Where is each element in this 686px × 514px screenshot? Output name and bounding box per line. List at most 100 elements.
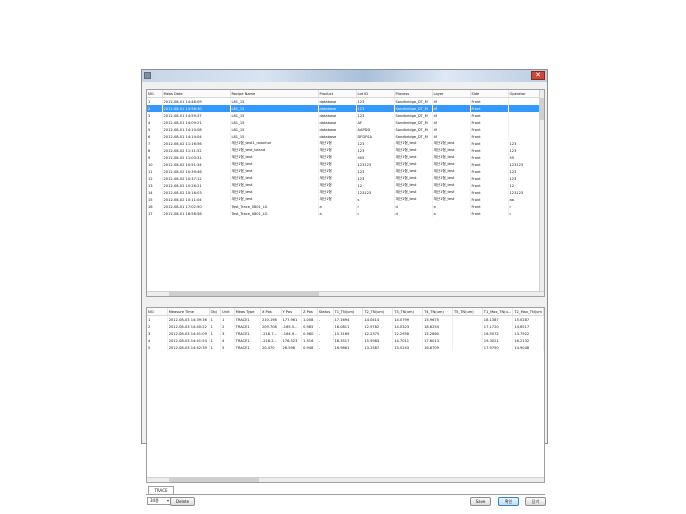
bot-column-header[interactable]: X Pos <box>260 308 282 316</box>
tab-trace[interactable]: TRACE <box>148 486 174 494</box>
bot-column-header[interactable]: T1_Max_TN(u... <box>482 308 514 316</box>
table-cell: Sandbridge_DT_M <box>394 97 433 105</box>
vertical-scroll-thumb[interactable] <box>540 98 544 120</box>
table-cell: 계산1형_test <box>230 154 319 161</box>
table-row[interactable]: 17 2012-08-01 16:58:56 Test_Trace_0801_LG a… <box>147 210 541 217</box>
table-row[interactable]: 4 2012-08-03 14:41:54 1 4 TRACE1 -218.2... 178… <box>147 337 544 344</box>
table-cell: 1 <box>209 323 222 330</box>
table-cell: 13.2587 <box>362 344 394 351</box>
bot-column-header[interactable]: T2_TN(um) <box>362 308 394 316</box>
table-cell: 0.948 <box>301 344 318 351</box>
bot-column-header[interactable]: T2_Max_TN(um <box>512 308 544 316</box>
table-cell: 15.5983 <box>362 337 394 344</box>
table-cell <box>452 337 483 344</box>
title-bar[interactable]: ✕ <box>142 70 547 82</box>
table-row[interactable]: 1 2012-08-03 14:39:36 1 1 TRACE1 210.198 177.9… <box>147 315 544 323</box>
table-cell: Front <box>470 147 509 154</box>
table-row[interactable]: 1 2012-08-01 14:48:09 L81_15 database 123 San… <box>147 97 541 105</box>
top-column-header[interactable]: Side <box>470 90 509 98</box>
bot-column-header[interactable]: Unit <box>220 308 235 316</box>
table-cell: 2012-08-01 16:58:56 <box>162 210 231 217</box>
ok-button[interactable]: 확인 <box>498 497 519 506</box>
table-cell: 계산1형_test <box>230 161 319 168</box>
bot-column-header[interactable]: NO. <box>147 308 168 316</box>
top-column-header[interactable]: NO. <box>147 90 163 98</box>
top-column-header[interactable]: Process <box>394 90 433 98</box>
table-cell: 계산1형 <box>318 182 357 189</box>
table-cell: r <box>356 210 395 217</box>
table-row[interactable]: 3 2012-08-01 14:59:37 L81_15 database 123 San… <box>147 112 541 119</box>
table-cell: 12.2958 <box>392 330 424 337</box>
table-cell: 2012-08-02 10:39:46 <box>162 168 231 175</box>
bot-column-header[interactable]: T3_TN(um) <box>392 308 424 316</box>
table-cell: TRACE1 <box>234 337 261 344</box>
table-cell: 123 <box>356 105 395 112</box>
bot-column-header[interactable]: Obj <box>209 308 222 316</box>
table-row[interactable]: 2 2012-08-01 14:56:30 L81_15 database 123 San… <box>147 105 541 112</box>
table-row[interactable]: 5 2012-08-03 14:42:39 1 5 TRACE1 20.470 26.598… <box>147 344 544 351</box>
table-cell: 2012-08-01 14:56:30 <box>162 105 231 112</box>
top-column-header[interactable]: Recipe Name <box>230 90 319 98</box>
close-button[interactable]: 닫기 <box>525 497 546 506</box>
table-cell: 18.1387 <box>482 315 514 323</box>
measurement-list-grid[interactable]: NO. Meas Date Recipe Name Product Lot ID Proc… <box>146 89 545 297</box>
measurement-detail-horizontal-scrollbar[interactable] <box>147 477 544 482</box>
table-cell: 123 <box>356 147 395 154</box>
table-row[interactable]: 4 2012-08-01 14:09:21 L81_15 database AF Sand… <box>147 119 541 126</box>
bot-column-header[interactable]: T5_TN(um) <box>452 308 483 316</box>
table-row[interactable]: 7 2012-08-02 11:16:56 계산1형_test1_rownhor 계산… <box>147 140 541 147</box>
detail-horizontal-scroll-thumb[interactable] <box>169 478 259 482</box>
bot-column-header[interactable]: Status <box>317 308 334 316</box>
measurement-list-vertical-scrollbar[interactable] <box>539 90 544 291</box>
measurement-list-horizontal-scrollbar[interactable] <box>147 291 544 296</box>
bot-column-header[interactable]: T1_TN(um) <box>333 308 364 316</box>
table-cell: 계산1형_test <box>394 140 433 147</box>
bot-column-header[interactable]: Measure Time <box>167 308 210 316</box>
table-row[interactable]: 5 2012-08-01 14:10:08 L81_15 database AAPDD S… <box>147 126 541 133</box>
table-cell: 계산1형_test <box>432 168 471 175</box>
table-row[interactable]: 2 2012-08-03 14:40:22 1 2 TRACE1 209.708 -165.… <box>147 323 544 330</box>
table-row[interactable]: 13 2012-08-02 10:26:21 계산1형_test 계산1형 12 계산1형… <box>147 182 541 189</box>
top-column-header[interactable]: Lot ID <box>356 90 395 98</box>
table-cell: d <box>394 210 433 217</box>
table-row[interactable]: 9 2012-08-02 11:03:31 계산1형_test 계산1형 405 계산1형… <box>147 154 541 161</box>
table-row[interactable]: 8 2012-08-02 11:11:52 계산1형_test_loland 계산1형… <box>147 147 541 154</box>
table-row[interactable]: 3 2012-08-03 14:41:09 1 3 TRACE1 -218.7... -16… <box>147 330 544 337</box>
table-cell: r <box>356 203 395 210</box>
bot-column-header[interactable]: Y Pos <box>281 308 303 316</box>
table-cell: L81_15 <box>230 105 319 112</box>
table-cell: 14.0414 <box>362 315 394 323</box>
table-row[interactable]: 15 2012-08-02 10:11:04 계산1형_test 계산1형 s 계산1형_… <box>147 196 541 203</box>
table-row[interactable]: 16 2012-08-01 17:02:50 Test_Trace_0801_LG a… <box>147 203 541 210</box>
table-cell: 178.523 <box>281 337 303 344</box>
table-cell: 계산1형_test <box>432 182 471 189</box>
table-row[interactable]: 10 2012-08-02 10:51:34 계산1형_test 계산1형 123123… <box>147 161 541 168</box>
count-select[interactable]: 34종 ▾ <box>147 497 171 505</box>
close-window-button[interactable]: ✕ <box>531 71 545 80</box>
bot-column-header[interactable]: Meas Type <box>234 308 261 316</box>
table-cell: L81_15 <box>230 119 319 126</box>
table-cell: 계산1형 <box>318 147 357 154</box>
delete-button[interactable]: Delete <box>170 497 195 506</box>
table-row[interactable]: 12 2012-08-02 10:37:12 계산1형_test 계산1형 123 계산1… <box>147 175 541 182</box>
table-cell: 1 <box>147 315 168 323</box>
table-cell: Sandbridge_DT_M <box>394 112 433 119</box>
table-cell: 계산1형_test <box>230 182 319 189</box>
count-select-value: 34종 <box>150 498 159 503</box>
table-cell <box>508 133 541 140</box>
table-row[interactable]: 11 2012-08-02 10:39:46 계산1형_test 계산1형 123 계산1… <box>147 168 541 175</box>
top-column-header[interactable]: Product <box>318 90 357 98</box>
horizontal-scroll-thumb[interactable] <box>169 292 319 296</box>
top-column-header[interactable]: Meas Date <box>162 90 231 98</box>
table-row[interactable]: 14 2012-08-02 10:16:03 계산1형_test 계산1형 123123… <box>147 189 541 196</box>
table-cell: Test_Trace_0801_LG <box>230 210 319 217</box>
table-cell: 계산1형_test <box>432 154 471 161</box>
table-cell: 1.516 <box>301 337 318 344</box>
measurement-detail-grid[interactable]: NO. Measure Time Obj Unit Meas Type X Pos Y Po… <box>146 307 545 483</box>
save-button[interactable]: Save <box>470 497 491 506</box>
table-row[interactable]: 6 2012-08-01 14:14:04 L81_15 database DFDFSA… <box>147 133 541 140</box>
bot-column-header[interactable]: Z Pos <box>301 308 318 316</box>
top-column-header[interactable]: Operator <box>508 90 541 98</box>
bot-column-header[interactable]: T4_TN(um) <box>422 308 453 316</box>
top-column-header[interactable]: Layer <box>432 90 471 98</box>
